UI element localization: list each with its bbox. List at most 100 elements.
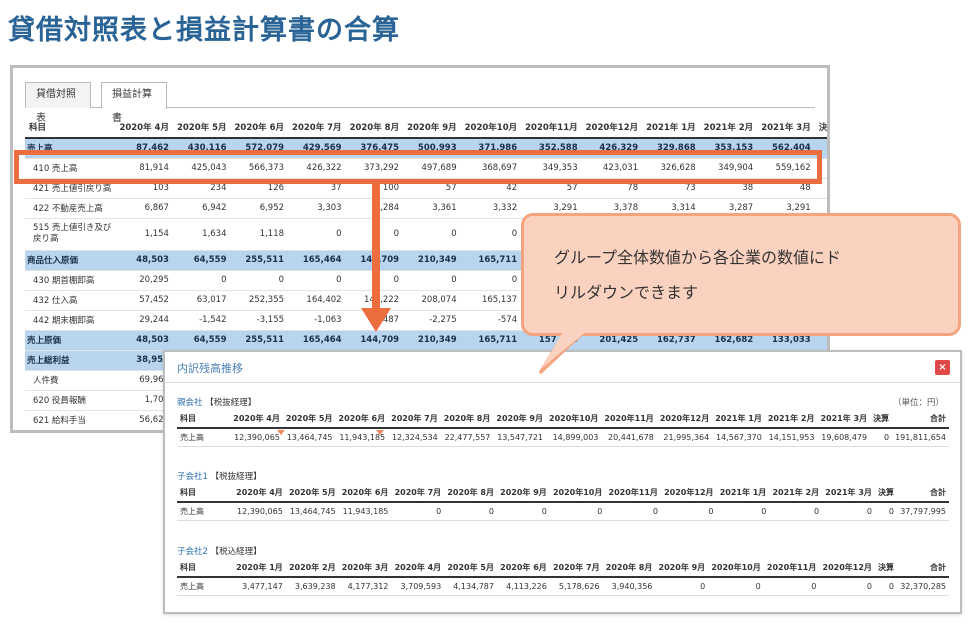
cell-value: 48,503 [115,330,173,351]
column-header: 2020年10月 [549,484,606,503]
cell-value: 29,244 [115,310,173,331]
row-label: 商品仕入原価 [25,250,116,271]
column-header: 2021年 3月 [817,410,871,429]
cell-value: 14,567,370 [712,428,765,447]
column-header: 科目 [177,484,233,503]
cell-value: 14,899,003 [546,428,602,447]
cell-value: 4,177,312 [338,577,392,596]
row-label: 442 期末棚卸高 [25,310,116,331]
company-name[interactable]: 子会社1 [177,472,208,482]
column-header: 2021年 2月 [769,484,823,503]
cell-value: 165,464 [288,250,346,271]
column-header: 2020年 7月 [388,410,441,429]
row-label: 430 期首棚卸高 [25,270,116,291]
cell-value: 0 [288,218,346,251]
close-icon[interactable]: × [935,360,950,375]
column-header: 2020年 8月 [602,559,656,578]
cell-value: 0 [708,577,764,596]
cell-value: -574 [460,310,522,331]
cell-value: 20,441,678 [601,428,657,447]
cell-value: 63,017 [172,290,231,311]
cell-value: 0 [769,502,823,521]
column-header: 科目 [25,116,116,139]
cell-value: 3,332 [460,198,522,219]
tab-balance-sheet[interactable]: 貸借対照表 [25,82,91,124]
row-label: 売上高 [177,502,233,521]
column-header: 2021年 1月 [716,484,770,503]
cell-value: 13,547,721 [493,428,546,447]
column-header: 2020年10月 [546,410,602,429]
column-header: 2020年11月 [601,410,657,429]
cell-value: 208,074 [403,290,461,311]
cell-value: 0 [763,577,820,596]
cell-value: 0 [288,270,346,291]
cell-value: 165,137 [460,290,522,311]
company-label-sub1: 子会社1 【税抜経理】 [177,470,262,482]
cell-value: 13,464,745 [285,502,339,521]
cell-value: 14,151,953 [764,428,818,447]
column-header: 2020年 2月 [285,559,339,578]
cell-value: 255,511 [230,330,289,351]
cell-value: 5,178,626 [549,577,603,596]
column-header: 2020年 7月 [391,484,445,503]
cell-value: 1,154 [115,218,173,251]
cell-value: 0 [822,502,875,521]
cell-value: 6,952 [230,198,289,219]
column-header: 2021年 2月 [764,410,818,429]
cell-value: 3,940,356 [602,577,656,596]
cell-value: 64,559 [172,250,231,271]
column-header: 2020年11月 [521,116,582,139]
cell-value: 4,113,226 [496,577,550,596]
company-name[interactable]: 子会社2 [177,547,208,557]
column-header: 2020年12月 [819,559,875,578]
column-header: 決算 [870,410,893,429]
column-header: 2020年 9月 [655,559,709,578]
cell-value: 165,711 [460,250,522,271]
column-header: 2020年 5月 [172,116,231,139]
unit-label: （単位：円） [892,398,944,408]
cell-value: 0 [496,502,550,521]
row-label: 432 仕入高 [25,290,116,311]
table-row: 売上高 3,477,147 3,639,238 4,177,312 3,709,593 4… [177,577,949,596]
company-name[interactable]: 親会社 [177,398,203,408]
cell-value: -1,063 [288,310,346,331]
column-header: 2020年 8月 [444,484,497,503]
column-header: 2020年 7月 [549,559,603,578]
column-header: 2020年 4月 [115,116,173,139]
callout-tail [538,330,588,375]
column-header: 合計 [896,484,949,503]
cell-value: 64,559 [172,330,231,351]
column-header: 2020年 4月 [230,410,283,429]
row-label: 売上総利益 [25,350,116,371]
cell-value: 3,709,593 [391,577,445,596]
drilldown-arrow [372,183,380,311]
company-note: 【税抜経理】 [210,472,262,482]
cell-value: 0 [819,577,875,596]
column-header: 2020年11月 [605,484,661,503]
row-label: 621 給料手当 [25,410,116,430]
company-table-parent: 科目 2020年 4月 2020年 5月 2020年 6月 2020年 7月 2020年 … [177,410,949,447]
cell-value: 1,634 [172,218,231,251]
column-header: 2020年 7月 [288,116,346,139]
column-header: 2020年 6月 [230,116,289,139]
cell-value: 0 [549,502,606,521]
cell-value: 0 [660,502,717,521]
column-header: 2021年 1月 [642,116,700,139]
company-table-sub2: 科目 2020年 1月 2020年 2月 2020年 3月 2020年 4月 2020年 … [177,559,949,596]
table-row: 売上高 12,390,065 13,464,745 11,943,185 12,324,… [177,428,949,447]
cell-value: 0 [874,577,897,596]
row-label: 売上原価 [25,330,116,351]
tab-income-statement[interactable]: 損益計算書 [101,82,167,124]
column-header: 2021年 2月 [699,116,758,139]
cell-value: 4,134,787 [444,577,497,596]
cell-value: 0 [655,577,709,596]
drilldown-callout: グループ全体数値から各企業の数値にド リルダウンできます [521,213,961,336]
cell-value: -3,155 [230,310,289,331]
cell-value: -2,275 [403,310,461,331]
cell-value: -1,542 [172,310,231,331]
cell-value: 0 [391,502,445,521]
cell-value: 21,995,364 [656,428,713,447]
column-header: 2020年 9月 [403,116,461,139]
column-header: 2021年 3月 [757,116,815,139]
column-header: 2020年10月 [708,559,764,578]
